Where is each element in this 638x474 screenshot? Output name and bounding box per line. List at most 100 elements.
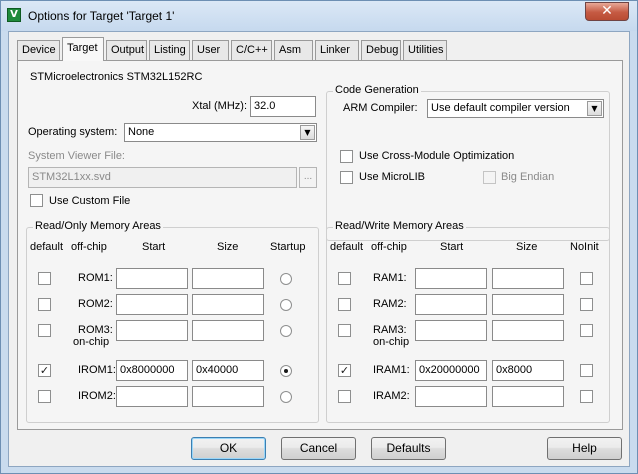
iram2-noinit-checkbox[interactable] [580,390,593,403]
ram-header-default: default [330,241,364,253]
ram1-start-input[interactable] [415,268,487,289]
rom1-size-input[interactable] [192,268,264,289]
irom2-startup-radio[interactable] [280,391,292,403]
rom-areas-title: Read/Only Memory Areas [33,220,163,232]
ram-areas-title: Read/Write Memory Areas [333,220,466,232]
rom-onchip-label: on-chip [73,336,110,348]
iram1-default-checkbox[interactable]: ✓ [338,364,351,377]
microlib-label: Use MicroLIB [359,171,426,183]
rom2-startup-radio[interactable] [280,299,292,311]
iram2-size-input[interactable] [492,386,564,407]
options-dialog: V Options for Target 'Target 1' ✕ Device… [0,0,638,474]
use-custom-file-checkbox[interactable] [30,194,43,207]
rom-header-default: default [30,241,64,253]
ram1-label: RAM1: [373,272,407,284]
arm-compiler-label: ARM Compiler: [343,102,418,114]
iram1-start-input[interactable]: 0x20000000 [415,360,487,381]
svf-label: System Viewer File: [28,150,125,162]
rom2-start-input[interactable] [116,294,188,315]
title-bar[interactable]: V Options for Target 'Target 1' ✕ [1,1,637,31]
ram2-noinit-checkbox[interactable] [580,298,593,311]
ram3-noinit-checkbox[interactable] [580,324,593,337]
microlib-checkbox[interactable] [340,171,353,184]
ram3-label: RAM3: [373,324,407,336]
ram-header-size: Size [516,241,538,253]
tab-user[interactable]: User [192,40,229,60]
tab-linker[interactable]: Linker [315,40,359,60]
irom1-default-checkbox[interactable]: ✓ [38,364,51,377]
tab-utilities[interactable]: Utilities [403,40,447,60]
os-label: Operating system: [28,126,118,138]
xtal-label: Xtal (MHz): [192,100,247,112]
dialog-client-area: Device Target Output Listing User C/C++ Asm Lin… [8,31,630,467]
ram1-default-checkbox[interactable] [338,272,351,285]
iram1-size-input[interactable]: 0x8000 [492,360,564,381]
code-generation-group: Code Generation ARM Compiler: Use defaul… [326,84,610,241]
iram2-start-input[interactable] [415,386,487,407]
chevron-down-icon[interactable]: ▼ [587,101,602,116]
defaults-button[interactable]: Defaults [371,437,446,460]
tab-target[interactable]: Target [62,37,104,61]
arm-compiler-select[interactable]: Use default compiler version ▼ [427,99,604,118]
ram-onchip-label: on-chip [373,336,410,348]
tab-output[interactable]: Output [106,40,147,60]
big-endian-checkbox[interactable] [483,171,496,184]
svf-input[interactable]: STM32L1xx.svd [28,167,297,188]
rom-header-startup: Startup [270,241,306,253]
irom2-start-input[interactable] [116,386,188,407]
arm-compiler-value: Use default compiler version [431,102,570,114]
rom3-start-input[interactable] [116,320,188,341]
ram2-start-input[interactable] [415,294,487,315]
rom3-size-input[interactable] [192,320,264,341]
rom1-default-checkbox[interactable] [38,272,51,285]
ram3-start-input[interactable] [415,320,487,341]
cancel-button[interactable]: Cancel [281,437,356,460]
target-tab-panel: STMicroelectronics STM32L152RC Xtal (MHz… [17,60,623,430]
rom3-default-checkbox[interactable] [38,324,51,337]
ram1-noinit-checkbox[interactable] [580,272,593,285]
tab-debug[interactable]: Debug [361,40,401,60]
svf-browse-button[interactable]: ... [299,167,317,188]
keil-app-icon: V [7,8,21,22]
irom2-label: IROM2: [78,390,116,402]
ram2-size-input[interactable] [492,294,564,315]
tab-device[interactable]: Device [17,40,60,60]
cross-module-checkbox[interactable] [340,150,353,163]
chevron-down-icon[interactable]: ▼ [300,125,315,140]
window-title: Options for Target 'Target 1' [28,9,175,23]
rom2-size-input[interactable] [192,294,264,315]
irom1-startup-radio[interactable] [280,365,292,377]
irom1-size-input[interactable]: 0x40000 [192,360,264,381]
cross-module-label: Use Cross-Module Optimization [359,150,515,162]
tab-asm[interactable]: Asm [274,40,313,60]
irom2-default-checkbox[interactable] [38,390,51,403]
iram2-label: IRAM2: [373,390,410,402]
ram2-default-checkbox[interactable] [338,298,351,311]
help-button[interactable]: Help [547,437,622,460]
rom1-startup-radio[interactable] [280,273,292,285]
iram1-noinit-checkbox[interactable] [580,364,593,377]
iram2-default-checkbox[interactable] [338,390,351,403]
ram2-label: RAM2: [373,298,407,310]
rom3-startup-radio[interactable] [280,325,292,337]
ram3-size-input[interactable] [492,320,564,341]
ram1-size-input[interactable] [492,268,564,289]
rom-header-offchip: off-chip [71,241,107,253]
ok-button[interactable]: OK [191,437,266,460]
irom2-size-input[interactable] [192,386,264,407]
iram1-label: IRAM1: [373,364,410,376]
rom2-default-checkbox[interactable] [38,298,51,311]
tab-c-c[interactable]: C/C++ [231,40,272,60]
irom1-start-input[interactable]: 0x8000000 [116,360,188,381]
rom1-start-input[interactable] [116,268,188,289]
ram3-default-checkbox[interactable] [338,324,351,337]
close-button[interactable]: ✕ [585,2,629,21]
os-select-value: None [128,126,155,138]
xtal-input[interactable]: 32.0 [250,96,316,117]
ram-header-noinit: NoInit [570,241,599,253]
os-select[interactable]: None ▼ [124,123,317,142]
rom2-label: ROM2: [78,298,113,310]
code-generation-title: Code Generation [333,84,421,96]
tab-listing[interactable]: Listing [149,40,190,60]
device-name: STMicroelectronics STM32L152RC [30,71,203,83]
